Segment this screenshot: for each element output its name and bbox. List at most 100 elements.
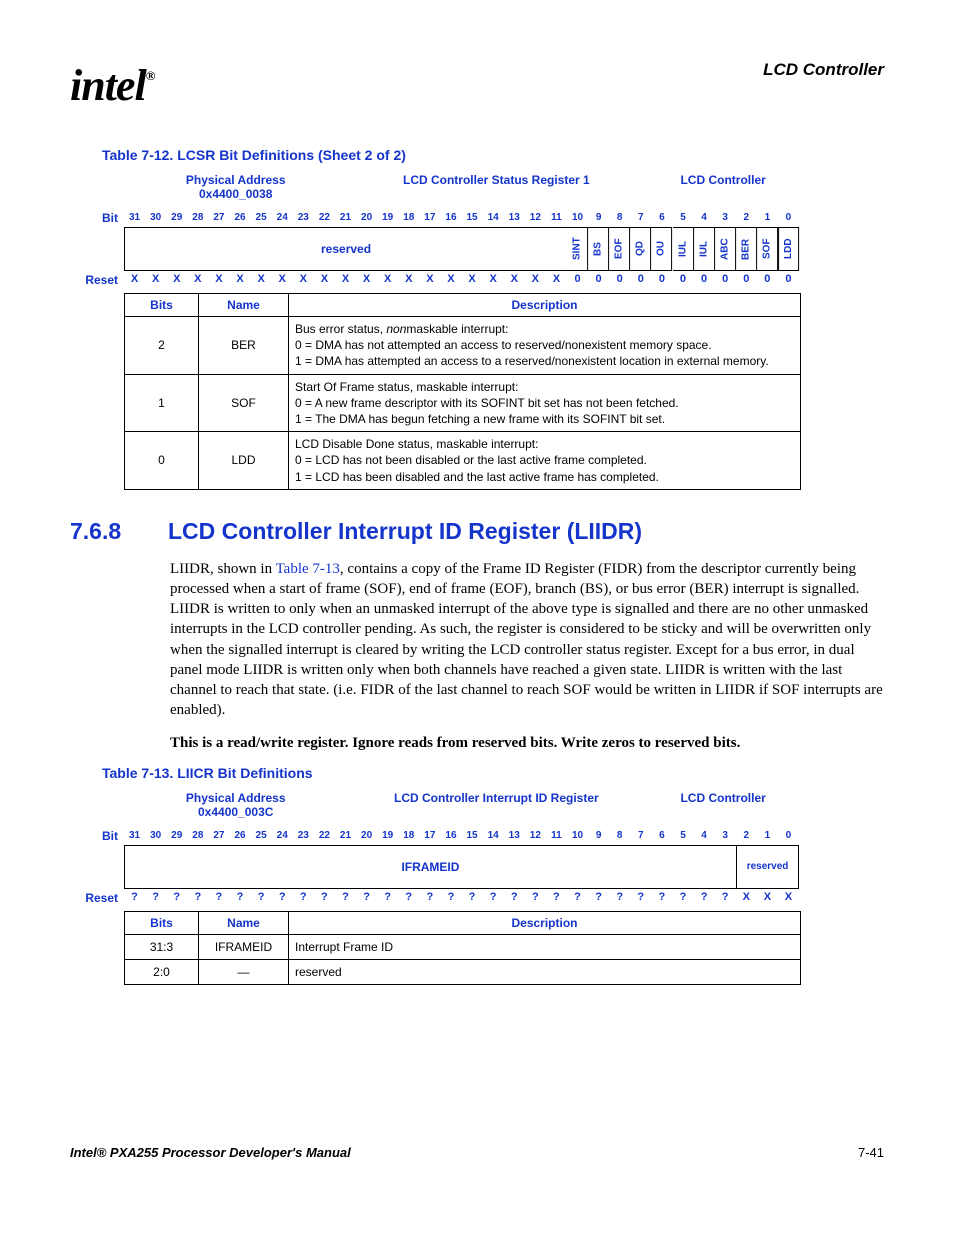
bit-num: 12 [525, 830, 546, 841]
bit-num: 1 [757, 212, 778, 223]
bit-num: 28 [187, 212, 208, 223]
table-row: 31:3IFRAMEIDInterrupt Frame ID [125, 934, 801, 959]
bit-num: 26 [229, 212, 250, 223]
reset-val: X [166, 273, 187, 285]
bitfield-qd: QD [630, 227, 651, 271]
bit-num: 6 [651, 212, 672, 223]
reset-val: ? [187, 891, 208, 903]
bits-cell: 31:3 [125, 934, 199, 959]
bitfield-eof: EOF [609, 227, 630, 271]
name-cell: SOF [199, 374, 289, 432]
reset-val: 0 [757, 273, 778, 285]
reset-val: ? [462, 891, 483, 903]
reset-val: X [440, 273, 461, 285]
bit-num: 13 [504, 212, 525, 223]
bit-num: 16 [440, 830, 461, 841]
bit-num: 4 [694, 830, 715, 841]
reset-val: ? [335, 891, 356, 903]
reg12-def-table: Bits Name Description 2BERBus error stat… [124, 293, 801, 490]
bit-num: 11 [546, 212, 567, 223]
bit-num: 29 [166, 212, 187, 223]
bitfield-iul: IUL [673, 227, 694, 271]
reset-val: X [419, 273, 440, 285]
reset-val: ? [440, 891, 461, 903]
reset-val: ? [398, 891, 419, 903]
bit-num: 3 [715, 212, 736, 223]
reset-val: 0 [630, 273, 651, 285]
reset-val: ? [208, 891, 229, 903]
reset-val: X [293, 273, 314, 285]
reset-val: ? [651, 891, 672, 903]
reset-val: X [208, 273, 229, 285]
bitfield-sint: SINT [567, 227, 588, 271]
bit-num: 7 [630, 830, 651, 841]
bit-num: 8 [609, 830, 630, 841]
reset-val: ? [419, 891, 440, 903]
reset-val: X [483, 273, 504, 285]
table-row: 0LDDLCD Disable Done status, maskable in… [125, 432, 801, 490]
para-2: This is a read/write register. Ignore re… [170, 733, 884, 753]
reset-val: ? [377, 891, 398, 903]
reset-val: X [229, 273, 250, 285]
para-1: LIIDR, shown in Table 7-13, contains a c… [170, 559, 884, 721]
desc-cell: reserved [289, 960, 801, 985]
reset-val: ? [145, 891, 166, 903]
reset-val: ? [356, 891, 377, 903]
reset-val: ? [314, 891, 335, 903]
footer-page: 7-41 [858, 1145, 884, 1160]
name-cell: — [199, 960, 289, 985]
bit-num: 25 [251, 830, 272, 841]
reset-val: ? [672, 891, 693, 903]
bit-num: 14 [483, 212, 504, 223]
bit-num: 17 [419, 212, 440, 223]
bit-num: 20 [356, 830, 377, 841]
footer-title: Intel® PXA255 Processor Developer's Manu… [70, 1145, 351, 1160]
table-row: 2BERBus error status, nonmaskable interr… [125, 317, 801, 375]
bit-num: 13 [504, 830, 525, 841]
reset-val: X [251, 273, 272, 285]
bit-num: 9 [588, 830, 609, 841]
bit-num: 18 [398, 830, 419, 841]
reset-val: 0 [567, 273, 588, 285]
name-cell: LDD [199, 432, 289, 490]
bit-num: 25 [251, 212, 272, 223]
desc-cell: Interrupt Frame ID [289, 934, 801, 959]
bit-num: 6 [651, 830, 672, 841]
bit-num: 5 [672, 830, 693, 841]
bit-num: 24 [272, 830, 293, 841]
bitfield-abc: ABC [715, 227, 736, 271]
reset-val: X [462, 273, 483, 285]
reset-val: 0 [609, 273, 630, 285]
bitfield-iul: IUL [694, 227, 715, 271]
bit-num: 21 [335, 212, 356, 223]
bitfield-ldd: LDD [778, 227, 799, 271]
reset-val: X [314, 273, 335, 285]
bit-num: 16 [440, 212, 461, 223]
reset-val: ? [525, 891, 546, 903]
reset-val: ? [272, 891, 293, 903]
reg12-header: Physical Address0x4400_0038 LCD Controll… [124, 173, 801, 201]
bits-cell: 0 [125, 432, 199, 490]
reg13-bit-numbers: Bit 313029282726252423222120191817161514… [70, 829, 884, 843]
reg12-bit-numbers: Bit 313029282726252423222120191817161514… [70, 211, 884, 225]
reset-val: 0 [588, 273, 609, 285]
reset-val: ? [504, 891, 525, 903]
reset-val: X [778, 891, 799, 903]
reset-val: X [377, 273, 398, 285]
bit-num: 23 [293, 830, 314, 841]
bit-num: 8 [609, 212, 630, 223]
table-12-caption: Table 7-12. LCSR Bit Definitions (Sheet … [102, 147, 884, 163]
reset-val: 0 [736, 273, 757, 285]
link-table-7-13[interactable]: Table 7-13 [276, 561, 340, 577]
bit-num: 4 [694, 212, 715, 223]
reset-val: X [145, 273, 166, 285]
bit-num: 17 [419, 830, 440, 841]
name-cell: BER [199, 317, 289, 375]
table-row: 2:0—reserved [125, 960, 801, 985]
page-header: intel® LCD Controller [70, 60, 884, 111]
bit-num: 23 [293, 212, 314, 223]
reset-val: ? [293, 891, 314, 903]
bit-num: 15 [462, 830, 483, 841]
bits-cell: 2:0 [125, 960, 199, 985]
bit-num: 15 [462, 212, 483, 223]
